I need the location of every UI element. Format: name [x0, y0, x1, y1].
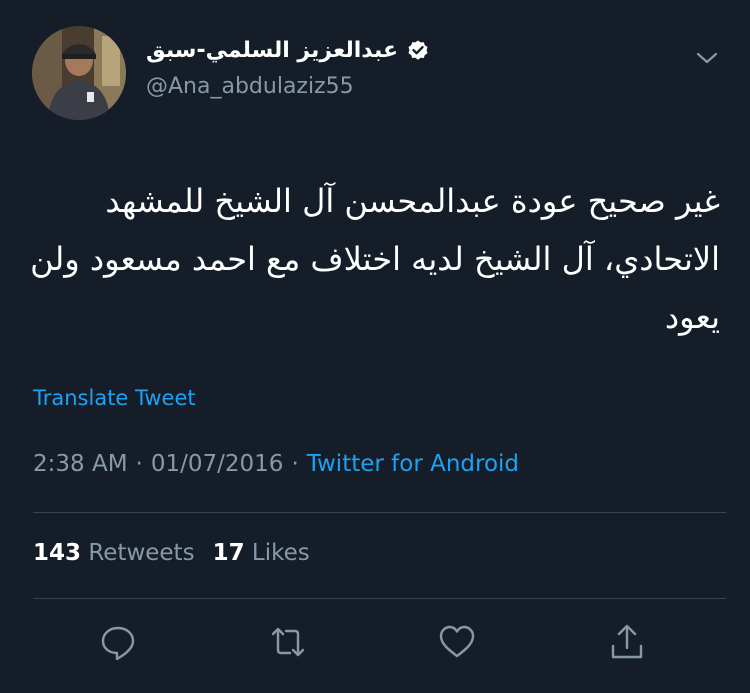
tweet-date: 01/07/2016 — [150, 451, 284, 477]
retweets-stat[interactable]: 143 Retweets — [33, 540, 195, 566]
translate-tweet-link[interactable]: Translate Tweet — [33, 386, 196, 410]
retweets-count: 143 — [33, 540, 82, 566]
tweet-source-link[interactable]: Twitter for Android — [307, 451, 519, 477]
chevron-down-icon[interactable] — [694, 48, 720, 68]
heart-icon[interactable] — [437, 622, 477, 662]
tweet-metadata: 2:38 AM · 01/07/2016 · Twitter for Android — [33, 451, 519, 477]
likes-count: 17 — [212, 540, 245, 566]
meta-separator: · — [135, 451, 143, 477]
divider — [33, 512, 726, 513]
divider — [33, 598, 726, 599]
meta-separator: · — [291, 451, 299, 477]
author-name-row: عبدالعزيز السلمي-سبق — [146, 38, 430, 63]
author-handle[interactable]: @Ana_abdulaziz55 — [146, 74, 354, 99]
reply-icon[interactable] — [98, 622, 138, 662]
tweet-text: غير صحيح عودة عبدالمحسن آل الشيخ للمشهد … — [19, 182, 720, 336]
retweets-label: Retweets — [88, 540, 195, 566]
likes-stat[interactable]: 17 Likes — [213, 540, 310, 566]
tweet-detail: عبدالعزيز السلمي-سبق @Ana_abdulaziz55 غي… — [0, 0, 750, 693]
tweet-stats: 143 Retweets 17 Likes — [33, 540, 310, 566]
tweet-actions — [0, 622, 750, 666]
display-name[interactable]: عبدالعزيز السلمي-سبق — [146, 38, 398, 63]
tweet-time: 2:38 AM — [33, 451, 128, 477]
retweet-icon[interactable] — [268, 622, 308, 662]
share-icon[interactable] — [607, 622, 647, 662]
likes-label: Likes — [251, 540, 310, 566]
avatar[interactable] — [32, 26, 126, 120]
verified-badge-icon — [406, 39, 430, 63]
